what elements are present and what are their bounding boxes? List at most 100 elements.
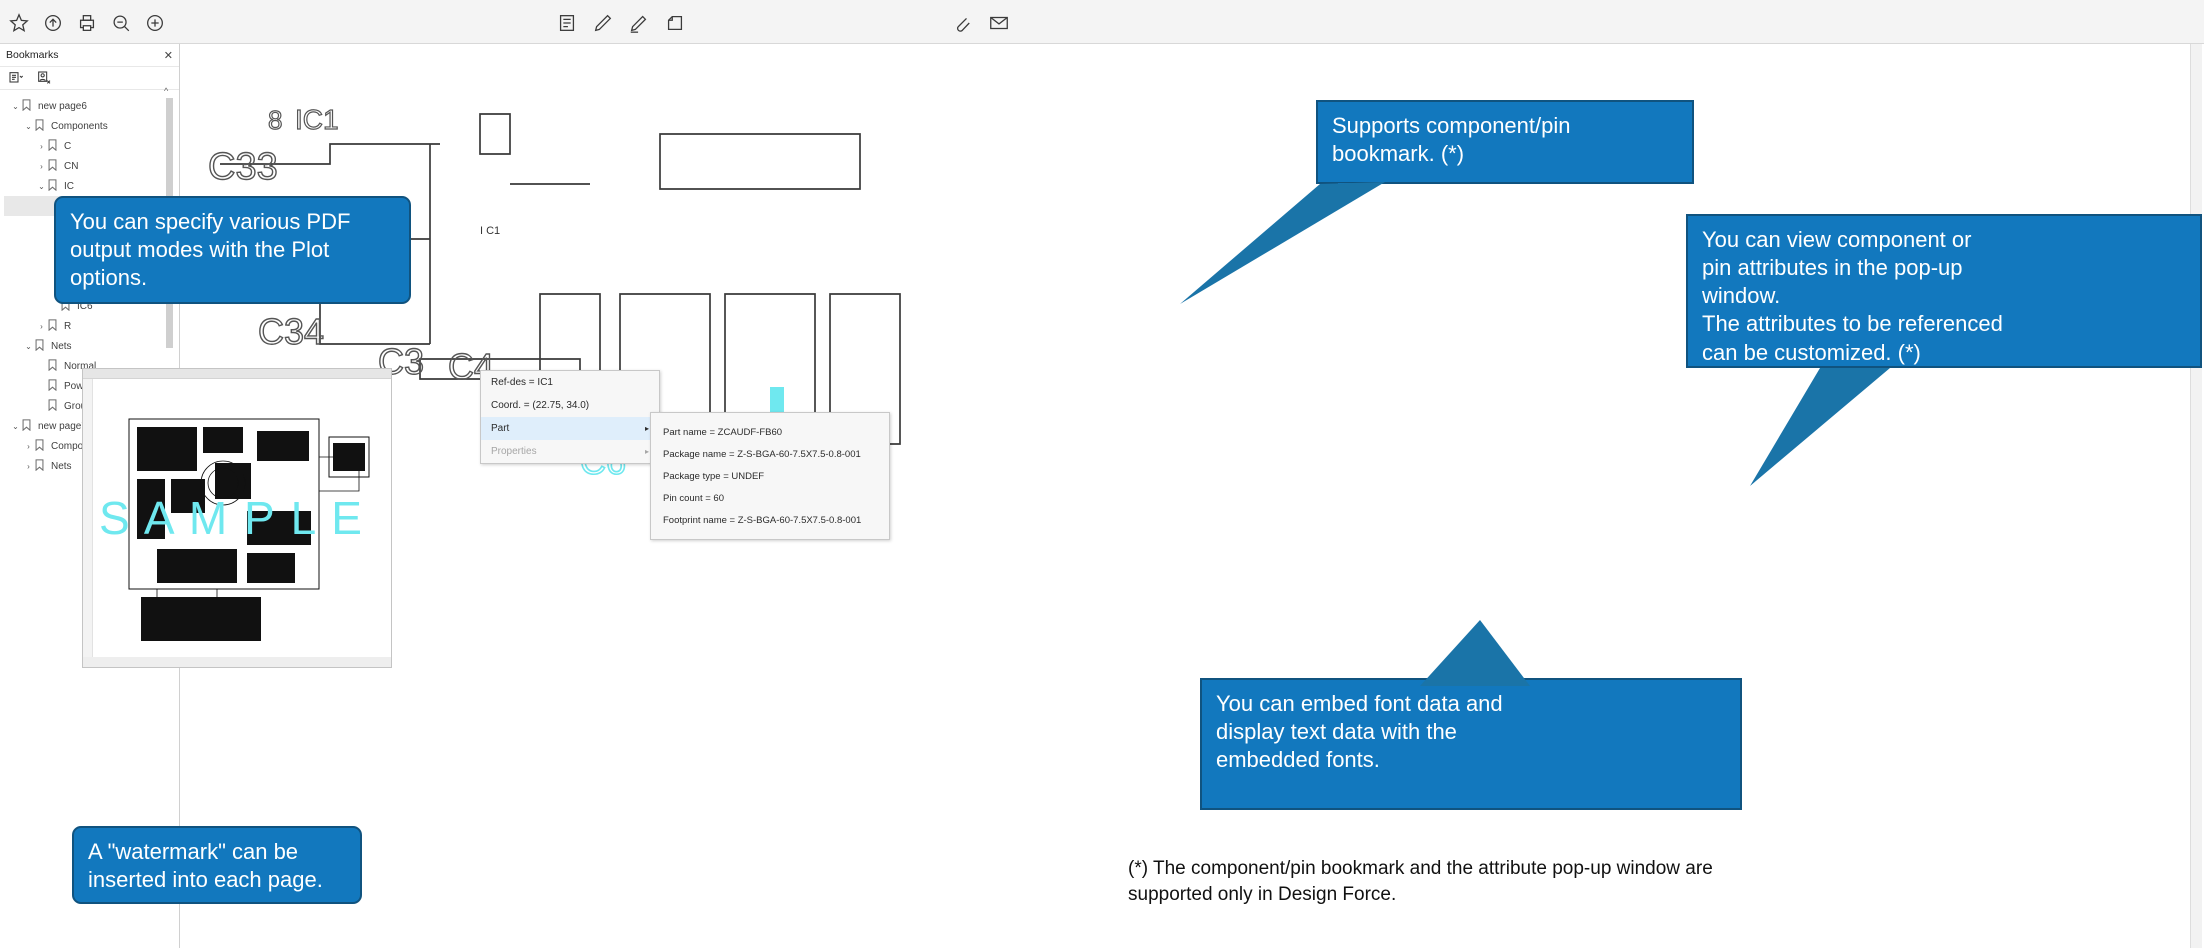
watermark-text: S A M P L E <box>99 492 364 544</box>
callout-attributes-pointer <box>1750 368 1890 486</box>
preview-left-ruler <box>83 379 93 667</box>
callout-bookmark-pointer <box>1180 182 1385 304</box>
svg-text:IC1: IC1 <box>295 104 339 135</box>
page-fit-icon[interactable] <box>556 12 578 34</box>
bookmark-icon <box>21 98 34 114</box>
submenu-arrow-icon: ▸ <box>644 424 649 433</box>
zoom-out-icon[interactable] <box>110 12 132 34</box>
bookmark-label: IC <box>64 180 74 192</box>
attribute-popup-item[interactable]: Properties ▸ <box>481 440 659 463</box>
submenu-arrow-icon: ▸ <box>644 447 649 456</box>
attribute-popup-item-label: Properties <box>491 446 537 457</box>
bookmark-label: CN <box>64 160 79 172</box>
chevron-icon[interactable]: ⌄ <box>10 102 21 111</box>
svg-text:I C1: I C1 <box>480 225 500 237</box>
attribute-popup-item[interactable]: Coord. = (22.75, 34.0) <box>481 394 659 417</box>
bookmark-label: new page7 <box>38 420 87 432</box>
preview-window: S A M P L E <box>82 368 392 668</box>
bookmarks-close-icon[interactable]: ✕ <box>164 49 173 62</box>
callout-embed-font-text: You can embed font data and display text… <box>1216 691 1503 773</box>
attribute-popup-item-label: Ref-des = IC1 <box>491 377 553 388</box>
bookmark-label: Nets <box>51 460 72 472</box>
chevron-icon[interactable]: ⌄ <box>23 342 34 351</box>
callout-watermark: A "watermark" can be inserted into each … <box>72 826 362 904</box>
bookmark-icon <box>47 178 60 194</box>
callout-plot-options: You can specify various PDF output modes… <box>54 196 411 304</box>
chevron-icon[interactable]: › <box>36 322 47 331</box>
chevron-icon[interactable]: ⌄ <box>36 182 47 191</box>
chevron-icon[interactable]: › <box>23 462 34 471</box>
bookmarks-scroll-up-icon[interactable]: ^ <box>164 86 168 96</box>
callout-watermark-text: A "watermark" can be inserted into each … <box>88 839 323 893</box>
bookmark-icon <box>47 398 60 414</box>
bookmark-label: new page6 <box>38 100 87 112</box>
callout-bookmark-support-text: Supports component/pin bookmark. (*) <box>1332 113 1571 167</box>
attach-icon[interactable] <box>950 12 972 34</box>
bookmark-icon <box>34 458 47 474</box>
chevron-icon[interactable]: › <box>23 442 34 451</box>
callout-plot-options-text: You can specify various PDF output modes… <box>70 209 351 291</box>
footnote: (*) The component/pin bookmark and the a… <box>1128 858 1713 905</box>
canvas-scrollbar[interactable] <box>2190 44 2202 948</box>
chevron-icon[interactable]: ⌄ <box>23 122 34 131</box>
star-icon[interactable] <box>8 12 30 34</box>
stamp-icon[interactable] <box>664 12 686 34</box>
chevron-icon[interactable]: › <box>36 142 47 151</box>
pencil-icon[interactable] <box>592 12 614 34</box>
attribute-popup-item[interactable]: Part ▸ <box>481 417 659 440</box>
bookmark-icon <box>47 138 60 154</box>
zoom-in-icon[interactable] <box>144 12 166 34</box>
attribute-popup-item-label: Part <box>491 423 510 434</box>
svg-text:C33: C33 <box>208 146 278 188</box>
bookmark-icon <box>47 378 60 394</box>
part-submenu[interactable]: Part name = ZCAUDF-FB60 Package name = Z-… <box>650 412 890 540</box>
bookmark-icon <box>47 358 60 374</box>
part-submenu-row: Footprint name = Z-S-BGA-60-7.5X7.5-0.8-… <box>663 514 862 526</box>
preview-header <box>83 369 391 379</box>
bookmarks-panel-title: Bookmarks <box>6 49 59 61</box>
new-bookmark-icon[interactable] <box>36 70 52 86</box>
chevron-icon[interactable]: › <box>36 162 47 171</box>
upload-icon[interactable] <box>42 12 64 34</box>
callout-embed-font-pointer <box>1420 620 1530 686</box>
attribute-popup-menu[interactable]: Ref-des = IC1 Coord. = (22.75, 34.0) Part ▸… <box>480 370 660 464</box>
bookmark-icon <box>34 118 47 134</box>
highlight-icon[interactable] <box>628 12 650 34</box>
bookmarks-panel-header: Bookmarks ✕ <box>0 44 179 66</box>
bookmark-icon <box>34 438 47 454</box>
pdf-toolbar <box>0 0 2204 44</box>
bookmark-label: R <box>64 320 72 332</box>
pdf-canvas[interactable]: C33 8 IC1 C34 C3 C4 C3 C38 C6 C 33 C 34 … <box>180 44 2204 948</box>
bookmark-icon <box>47 158 60 174</box>
attribute-popup-item[interactable]: Ref-des = IC1 <box>481 371 659 394</box>
print-icon[interactable] <box>76 12 98 34</box>
preview-footer <box>83 657 391 667</box>
svg-text:C34: C34 <box>258 311 324 352</box>
bookmark-icon <box>47 318 60 334</box>
part-submenu-row: Package type = UNDEF <box>663 470 765 482</box>
bookmark-node[interactable]: › CN <box>4 156 179 176</box>
bookmark-label: Nets <box>51 340 72 352</box>
bookmark-node[interactable]: ⌄ new page6 <box>4 96 179 116</box>
attribute-popup-item-label: Coord. = (22.75, 34.0) <box>491 400 590 411</box>
screenshot-root: Plot ? ✕ Reference parameter: ▤ Basic Se… <box>0 0 2204 948</box>
bookmark-label: Components <box>51 120 108 132</box>
mail-icon[interactable] <box>988 12 1010 34</box>
svg-text:8: 8 <box>268 105 282 135</box>
callout-bookmark-support: Supports component/pin bookmark. (*) <box>1316 100 1694 184</box>
bookmark-icon <box>34 338 47 354</box>
bookmark-node[interactable]: › C <box>4 136 179 156</box>
bookmark-node[interactable]: ⌄ IC <box>4 176 179 196</box>
bookmark-node[interactable]: › R <box>4 316 179 336</box>
bookmark-node[interactable]: ⌄ Nets <box>4 336 179 356</box>
bookmark-icon <box>21 418 34 434</box>
bookmark-options-icon[interactable] <box>8 70 24 86</box>
chevron-icon[interactable]: ⌄ <box>10 422 21 431</box>
bookmarks-toolbar <box>0 66 179 90</box>
part-submenu-row: Pin count = 60 <box>663 492 725 504</box>
part-submenu-row: Package name = Z-S-BGA-60-7.5X7.5-0.8-00… <box>663 448 861 460</box>
callout-embed-font: You can embed font data and display text… <box>1200 678 1742 810</box>
part-submenu-row: Part name = ZCAUDF-FB60 <box>663 426 783 438</box>
bookmark-label: C <box>64 140 72 152</box>
bookmark-node[interactable]: ⌄ Components <box>4 116 179 136</box>
